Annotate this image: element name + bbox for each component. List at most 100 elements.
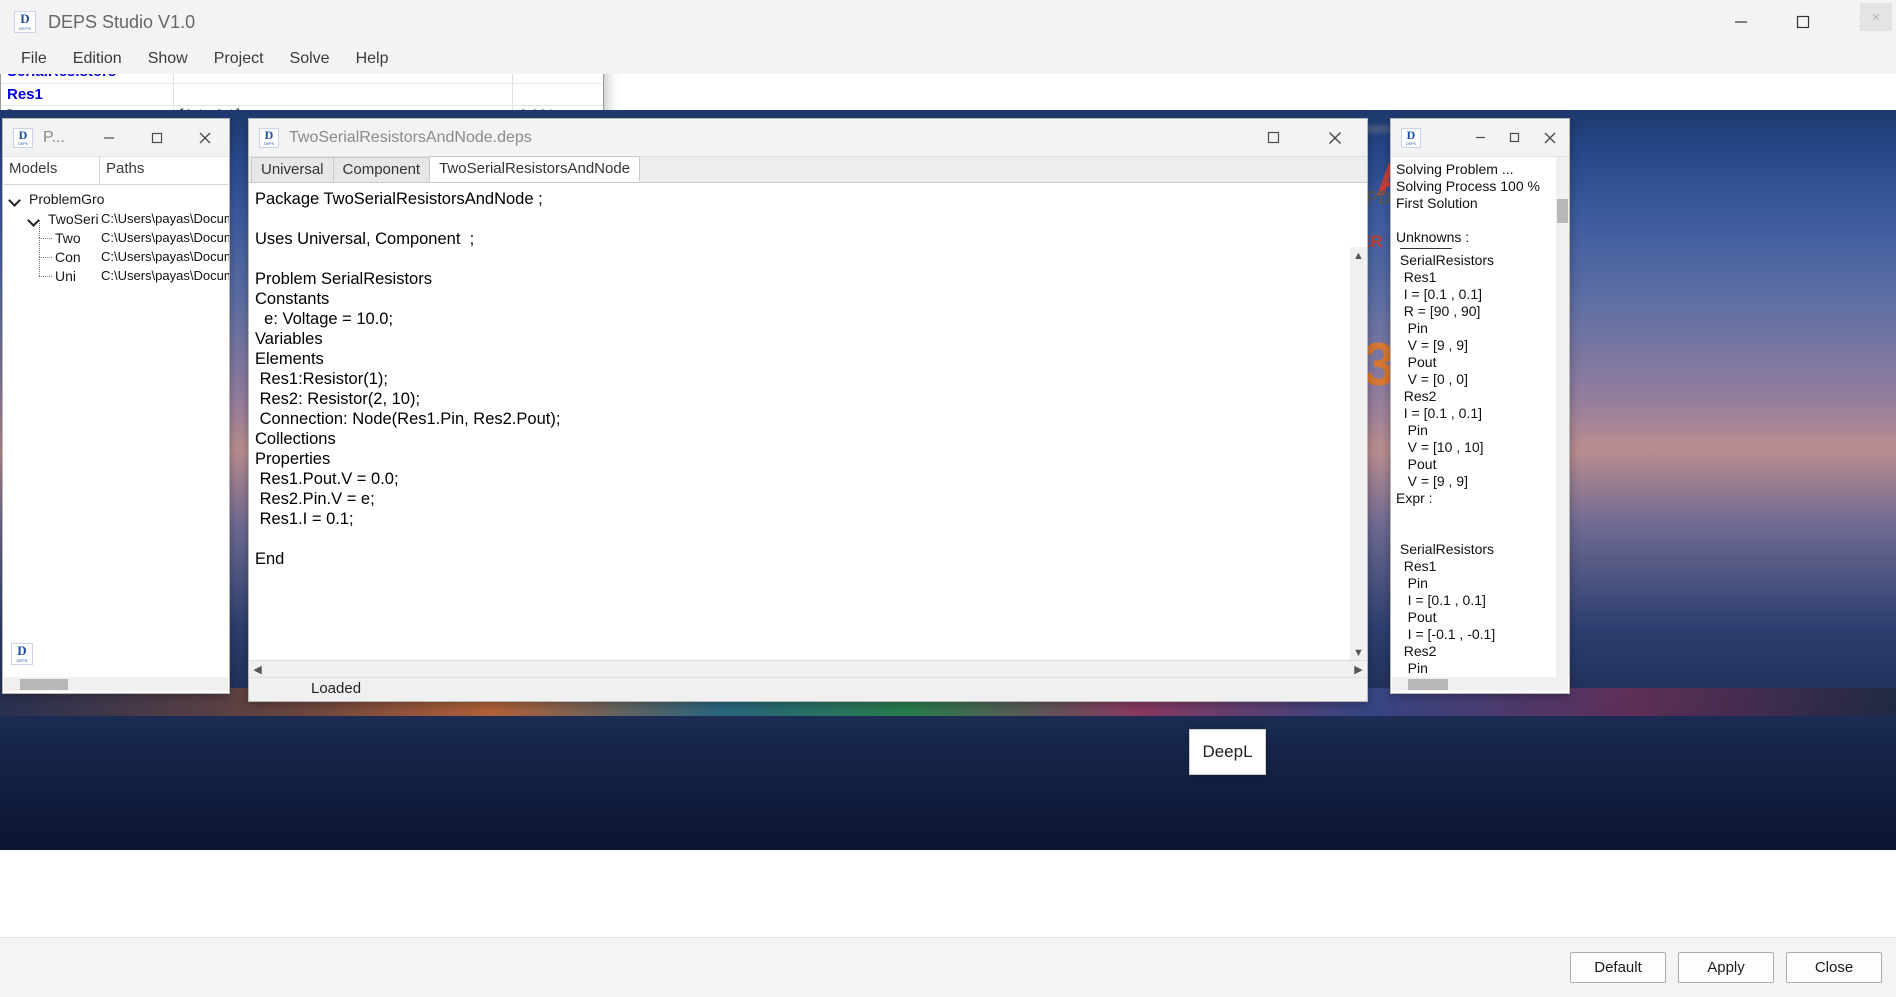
solver-close-icon[interactable] — [1531, 119, 1569, 157]
editor-close-icon[interactable] — [1303, 119, 1367, 157]
code-line: Res2: Resistor(2, 10); — [255, 390, 421, 408]
solver-line: V = [9 , 9] — [1396, 337, 1468, 353]
editor-maximize-icon[interactable] — [1243, 119, 1303, 157]
app-logo-subtext: DEPS — [18, 26, 32, 31]
menu-file[interactable]: File — [8, 48, 60, 70]
column-header-models[interactable]: Models — [3, 157, 100, 184]
solver-line: SerialResistors — [1396, 252, 1495, 268]
menu-help[interactable]: Help — [343, 48, 402, 70]
solver-line: Pout — [1396, 609, 1437, 625]
deepl-popup[interactable]: DeepL — [1189, 729, 1266, 775]
scroll-right-icon[interactable]: ▶ — [1350, 661, 1367, 678]
chevron-down-icon[interactable] — [9, 194, 21, 206]
editor-titlebar[interactable]: D DEPS TwoSerialResistorsAndNode.deps — [249, 119, 1367, 157]
apply-button[interactable]: Apply — [1678, 952, 1774, 983]
solver-line: Pin — [1396, 320, 1428, 336]
solver-maximize-icon[interactable] — [1497, 119, 1531, 157]
tab-universal[interactable]: Universal — [251, 157, 334, 182]
project-window-controls — [85, 119, 229, 157]
scrollbar-thumb[interactable] — [20, 679, 68, 690]
code-line: Variables — [255, 330, 323, 348]
solver-minimize-icon[interactable] — [1463, 119, 1497, 157]
solver-line: Expr : — [1396, 490, 1433, 506]
results-close-icon[interactable]: × — [1860, 3, 1892, 31]
solver-output-window: D DEPS Solving Problem ... Solving Proce… — [1390, 118, 1570, 694]
editor-tabs: Universal Component TwoSerialResistorsAn… — [249, 156, 1367, 183]
default-button[interactable]: Default — [1570, 952, 1666, 983]
menu-edition[interactable]: Edition — [60, 48, 135, 70]
close-button[interactable]: Close — [1786, 952, 1882, 983]
solver-line: R = [90 , 90] — [1396, 303, 1481, 319]
solver-line: Unknowns : — [1396, 229, 1470, 245]
code-line: Properties — [255, 450, 331, 468]
scroll-up-icon[interactable]: ▲ — [1350, 247, 1367, 264]
project-maximize-icon[interactable] — [133, 119, 181, 157]
project-window-icon: D DEPS — [13, 127, 33, 148]
solver-line: Pin — [1396, 575, 1428, 591]
menu-project[interactable]: Project — [201, 48, 277, 70]
code-line: Collections — [255, 430, 336, 448]
scrollbar-thumb[interactable] — [1557, 199, 1568, 223]
app-logo-icon: D DEPS — [14, 11, 36, 33]
code-line: e: Voltage = 10.0; — [255, 310, 394, 328]
editor-icon-letter: D — [264, 127, 274, 142]
scroll-left-icon[interactable]: ◀ — [249, 661, 266, 678]
tab-twoserialresistorsandnode[interactable]: TwoSerialResistorsAndNode — [429, 156, 641, 182]
tree-connector — [39, 220, 40, 238]
menu-solve[interactable]: Solve — [277, 48, 343, 70]
tree-path: C:\Users\payas\Docum — [101, 230, 229, 245]
project-horizontal-scrollbar[interactable] — [4, 677, 228, 691]
code-line: Elements — [255, 350, 324, 368]
minimize-icon[interactable] — [1710, 0, 1772, 44]
solver-line: V = [10 , 10] — [1396, 439, 1484, 455]
solver-window-icon: D DEPS — [1401, 127, 1421, 148]
tree-label: Con — [55, 249, 81, 265]
app-logo-letter: D — [20, 11, 30, 26]
tree-path: C:\Users\payas\Docum — [101, 211, 229, 226]
project-icon-subtext: DEPS — [18, 141, 28, 146]
code-line: Res1.I = 0.1; — [255, 510, 354, 528]
project-window-title: P... — [43, 128, 65, 146]
solver-output-text[interactable]: Solving Problem ... Solving Process 100 … — [1391, 157, 1569, 677]
menu-bar: File Edition Show Project Solve Help — [0, 44, 1896, 74]
main-titlebar: D DEPS DEPS Studio V1.0 — [0, 0, 1896, 44]
tree-row-problemgroup[interactable]: ProblemGro — [3, 191, 229, 208]
solver-horizontal-scrollbar[interactable] — [1392, 677, 1568, 691]
tree-connector — [39, 276, 52, 277]
tree-path: C:\Users\payas\Docum — [101, 268, 229, 283]
tree-row-twoserial[interactable]: TwoSeri C:\Users\payas\Docum — [3, 211, 229, 228]
project-close-icon[interactable] — [181, 119, 229, 157]
project-window: D DEPS P... Models Paths ProblemGro TwoS… — [2, 118, 230, 694]
tree-label: Uni — [55, 268, 77, 284]
solver-line: I = [-0.1 , -0.1] — [1396, 626, 1496, 642]
solver-titlebar[interactable]: D DEPS — [1391, 119, 1569, 157]
code-editor-area[interactable]: Package TwoSerialResistorsAndNode ; Uses… — [249, 183, 1367, 661]
column-header-paths[interactable]: Paths — [100, 157, 229, 184]
project-minimize-icon[interactable] — [85, 119, 133, 157]
menu-show[interactable]: Show — [135, 48, 201, 70]
tab-component[interactable]: Component — [332, 157, 431, 182]
tree-connector — [39, 257, 52, 258]
deepl-label: DeepL — [1202, 742, 1253, 761]
solver-line: I = [0.1 , 0.1] — [1396, 592, 1486, 608]
maximize-icon[interactable] — [1772, 0, 1834, 44]
project-window-titlebar[interactable]: D DEPS P... — [3, 119, 229, 157]
solver-vertical-scrollbar[interactable] — [1556, 157, 1569, 677]
solver-line: Res1 — [1396, 269, 1437, 285]
errors-window-icon: D DEPS — [11, 643, 33, 665]
tree-row-component[interactable]: Con C:\Users\payas\Docum — [3, 238, 229, 266]
scrollbar-thumb[interactable] — [1408, 679, 1448, 690]
screen: A 3 PD ER D DEPS DEPS Studio V1.0 — [0, 0, 1896, 997]
scroll-down-icon[interactable]: ▼ — [1350, 644, 1367, 661]
editor-horizontal-scrollbar[interactable]: ◀ ▶ — [249, 660, 1367, 677]
tree-label: Two — [55, 230, 81, 246]
solver-line: Pin — [1396, 422, 1428, 438]
editor-vertical-scrollbar[interactable]: ▲ ▼ — [1350, 247, 1367, 661]
scrollbar-track[interactable] — [266, 661, 1350, 678]
code-line: Res2.Pin.V = e; — [255, 490, 375, 508]
solver-line: Res2 — [1396, 643, 1437, 659]
solver-line: Res2 — [1396, 388, 1437, 404]
tree-row-two[interactable]: Two C:\Users\payas\Docum — [3, 220, 229, 247]
tree-row-universal[interactable]: Uni C:\Users\payas\Docum — [3, 257, 229, 285]
